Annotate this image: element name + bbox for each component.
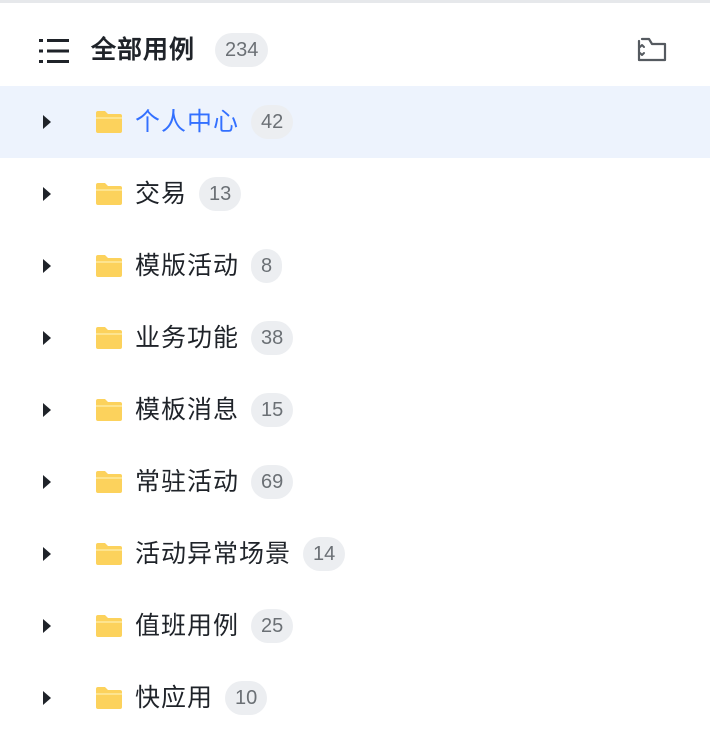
tree-row-label: 业务功能 [135,323,240,352]
all-cases-title[interactable]: 全部用例 [91,33,195,67]
tree-row-label: 常驻活动 [135,467,240,496]
tree-row[interactable]: 业务功能 38 [0,302,710,374]
list-icon [39,39,69,63]
caret-right-icon[interactable] [43,619,51,633]
tree-row-count-badge: 42 [251,105,294,139]
caret-right-icon[interactable] [43,187,51,201]
tree-row-label: 个人中心 [135,107,240,136]
tree-row-count-badge: 69 [251,465,294,499]
tree-row-label: 活动异常场景 [135,539,292,568]
caret-right-icon[interactable] [43,331,51,345]
caret-right-icon[interactable] [43,115,51,129]
folder-icon [96,615,122,637]
tree-row[interactable]: 快应用 10 [0,662,710,734]
tree-row-label: 交易 [135,179,188,208]
tree-row-count-badge: 15 [251,393,294,427]
tree-row-count-badge: 13 [199,177,242,211]
tree-row[interactable]: 模板消息 15 [0,374,710,446]
folder-icon [96,687,122,709]
folder-icon [96,183,122,205]
tree-header: 全部用例 234 [0,14,710,86]
caret-right-icon[interactable] [43,547,51,561]
tree-row[interactable]: 交易 13 [0,158,710,230]
tree-row-label: 快应用 [135,683,214,712]
tree-row[interactable]: 常驻活动 69 [0,446,710,518]
folder-icon [96,111,122,133]
tree-row[interactable]: 模版活动 8 [0,230,710,302]
folder-sync-icon[interactable] [634,32,670,66]
caret-right-icon[interactable] [43,475,51,489]
tree-row-count-badge: 10 [225,681,268,715]
tree-row-count-badge: 14 [303,537,346,571]
caret-right-icon[interactable] [43,691,51,705]
folder-icon [96,255,122,277]
folder-icon [96,399,122,421]
tree-row[interactable]: 值班用例 25 [0,590,710,662]
folder-icon [96,543,122,565]
tree-row-selected[interactable]: 个人中心 42 [0,86,710,158]
tree-row-label: 模板消息 [135,395,240,424]
folder-icon [96,471,122,493]
caret-right-icon[interactable] [43,259,51,273]
tree-row-count-badge: 8 [251,249,283,283]
caret-right-icon[interactable] [43,403,51,417]
tree-row-label: 模版活动 [135,251,240,280]
top-divider [0,0,710,3]
tree-row-count-badge: 25 [251,609,294,643]
tree-row-label: 值班用例 [135,611,240,640]
folder-icon [96,327,122,349]
tree-row-count-badge: 38 [251,321,294,355]
all-cases-count-badge: 234 [215,33,269,67]
case-folder-tree: 个人中心 42 交易 13 模版活动 8 业务功能 38 模板消息 15 常驻活动 69 活… [0,86,710,734]
tree-row[interactable]: 活动异常场景 14 [0,518,710,590]
